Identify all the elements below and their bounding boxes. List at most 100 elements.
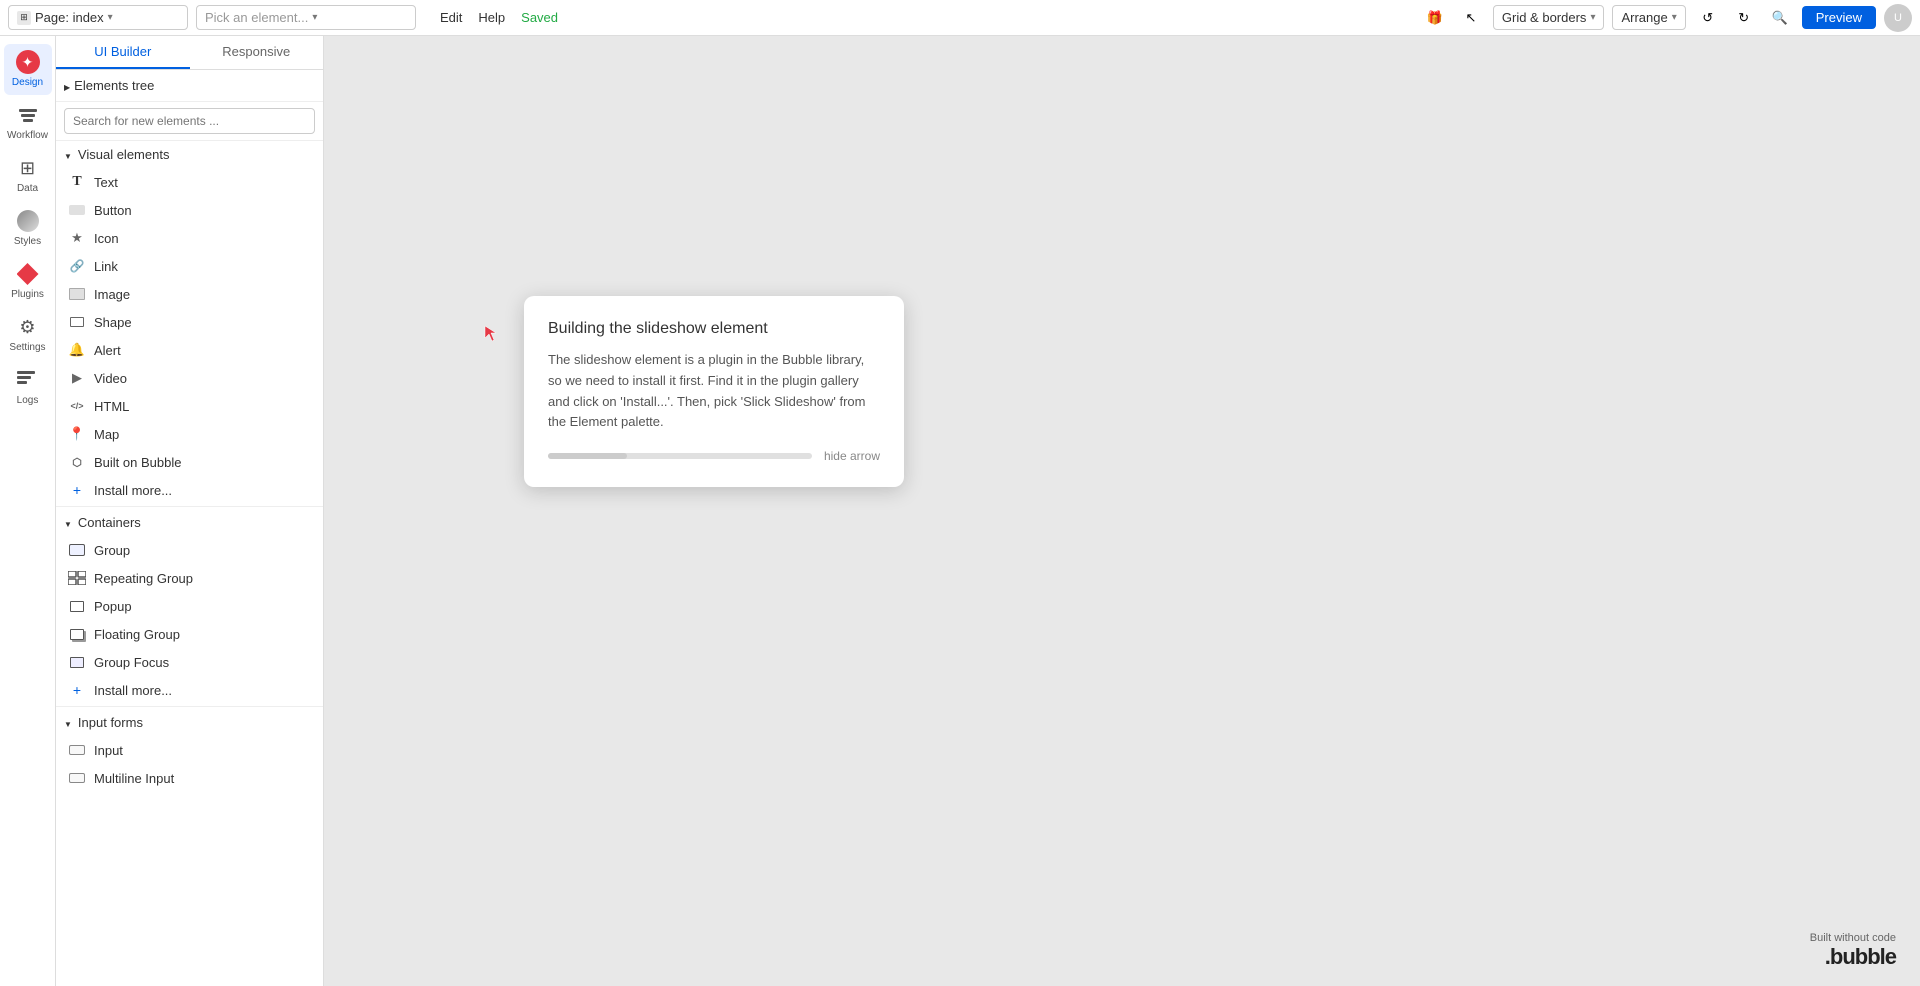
topbar-right: 🎁 ↖ Grid & borders ▾ Arrange ▾ ↺ ↻ 🔍 Pre… <box>1421 4 1912 32</box>
cursor-indicator <box>482 323 502 343</box>
video-label: Video <box>94 371 127 386</box>
tab-ui-builder[interactable]: UI Builder <box>56 36 190 69</box>
element-video[interactable]: ▶ Video <box>56 364 323 392</box>
elements-tree-section: Elements tree <box>56 70 323 102</box>
hide-arrow-button[interactable]: hide arrow <box>824 449 880 463</box>
undo-icon[interactable]: ↺ <box>1694 4 1722 32</box>
containers-label: Containers <box>78 515 141 530</box>
sidebar-item-data[interactable]: ⊞ Data <box>4 150 52 201</box>
progress-bar-inner <box>548 453 627 459</box>
page-selector[interactable]: ⊞ Page: index ▾ <box>8 5 188 30</box>
floating-group-icon <box>68 625 86 643</box>
element-image[interactable]: Image <box>56 280 323 308</box>
cursor-icon[interactable]: ↖ <box>1457 4 1485 32</box>
sidebar-item-design[interactable]: Design <box>4 44 52 95</box>
popup-label: Popup <box>94 599 132 614</box>
grid-borders-button[interactable]: Grid & borders ▾ <box>1493 5 1605 30</box>
element-built-on-bubble[interactable]: ⬡ Built on Bubble <box>56 448 323 476</box>
element-html[interactable]: </> HTML <box>56 392 323 420</box>
element-icon[interactable]: ★ Icon <box>56 224 323 252</box>
help-action[interactable]: Help <box>478 10 505 25</box>
element-shape[interactable]: Shape <box>56 308 323 336</box>
sidebar-label-design: Design <box>12 77 43 89</box>
element-picker[interactable]: Pick an element... ▾ <box>196 5 416 30</box>
built-without-code-text: Built without code <box>1810 932 1896 944</box>
multiline-input-label: Multiline Input <box>94 771 174 786</box>
sidebar-item-plugins[interactable]: Plugins <box>4 256 52 307</box>
bubble-logo: .bubble <box>1810 944 1896 970</box>
install-more-containers[interactable]: + Install more... <box>56 676 323 704</box>
install-more-visual[interactable]: + Install more... <box>56 476 323 504</box>
sidebar-label-plugins: Plugins <box>11 289 44 301</box>
user-avatar[interactable]: U <box>1884 4 1912 32</box>
plus-visual-icon: + <box>68 481 86 499</box>
element-popup[interactable]: Popup <box>56 592 323 620</box>
bubble-watermark: Built without code .bubble <box>1810 932 1896 970</box>
search-input[interactable] <box>64 108 315 134</box>
containers-header[interactable]: Containers <box>56 509 323 536</box>
sidebar-item-settings[interactable]: ⚙ Settings <box>4 309 52 360</box>
element-group-focus[interactable]: Group Focus <box>56 648 323 676</box>
styles-icon <box>16 209 40 233</box>
floating-group-label: Floating Group <box>94 627 180 642</box>
element-floating-group[interactable]: Floating Group <box>56 620 323 648</box>
multiline-input-icon <box>68 769 86 787</box>
element-multiline-input[interactable]: Multiline Input <box>56 764 323 792</box>
plus-containers-icon: + <box>68 681 86 699</box>
popup-icon <box>68 597 86 615</box>
repeating-group-label: Repeating Group <box>94 571 193 586</box>
element-text[interactable]: T Text <box>56 168 323 196</box>
element-group[interactable]: Group <box>56 536 323 564</box>
sidebar-item-workflow[interactable]: Workflow <box>4 97 52 148</box>
sidebar-item-styles[interactable]: Styles <box>4 203 52 254</box>
gift-icon[interactable]: 🎁 <box>1421 4 1449 32</box>
sidebar-label-workflow: Workflow <box>7 130 48 142</box>
main-layout: Design Workflow ⊞ Data Styles Plugins <box>0 36 1920 986</box>
tooltip-progress: hide arrow <box>548 449 880 463</box>
shape-icon <box>68 313 86 331</box>
map-icon: 📍 <box>68 425 86 443</box>
page-icon: ⊞ <box>17 11 31 25</box>
sidebar-label-data: Data <box>17 183 38 195</box>
group-label: Group <box>94 543 130 558</box>
element-map[interactable]: 📍 Map <box>56 420 323 448</box>
sidebar-item-logs[interactable]: Logs <box>4 362 52 413</box>
image-label: Image <box>94 287 130 302</box>
logs-icon <box>16 368 40 392</box>
alert-label: Alert <box>94 343 121 358</box>
elements-tree-chevron <box>64 78 70 93</box>
element-input[interactable]: Input <box>56 736 323 764</box>
divider-2 <box>56 706 323 707</box>
input-icon <box>68 741 86 759</box>
containers-chevron <box>64 515 72 530</box>
video-icon: ▶ <box>68 369 86 387</box>
alert-icon: 🔔 <box>68 341 86 359</box>
panel-tabs: UI Builder Responsive <box>56 36 323 70</box>
plugins-icon <box>16 262 40 286</box>
element-link[interactable]: 🔗 Link <box>56 252 323 280</box>
visual-elements-chevron <box>64 147 72 162</box>
built-on-bubble-label: Built on Bubble <box>94 455 181 470</box>
arrange-button[interactable]: Arrange ▾ <box>1612 5 1685 30</box>
element-alert[interactable]: 🔔 Alert <box>56 336 323 364</box>
html-icon: </> <box>68 397 86 415</box>
visual-elements-header[interactable]: Visual elements <box>56 141 323 168</box>
tooltip-title: Building the slideshow element <box>548 320 880 338</box>
element-button[interactable]: Button <box>56 196 323 224</box>
settings-icon: ⚙ <box>16 315 40 339</box>
edit-action[interactable]: Edit <box>440 10 462 25</box>
input-forms-header[interactable]: Input forms <box>56 709 323 736</box>
page-dropdown-icon: ▾ <box>108 12 113 23</box>
search-icon[interactable]: 🔍 <box>1766 4 1794 32</box>
tab-responsive[interactable]: Responsive <box>190 36 324 69</box>
panel-body: Elements tree Visual elements T Text But… <box>56 70 323 986</box>
saved-status: Saved <box>521 10 558 25</box>
preview-button[interactable]: Preview <box>1802 6 1876 29</box>
group-icon <box>68 541 86 559</box>
elements-tree-header[interactable]: Elements tree <box>64 76 315 95</box>
text-label: Text <box>94 175 118 190</box>
input-label: Input <box>94 743 123 758</box>
redo-icon[interactable]: ↻ <box>1730 4 1758 32</box>
element-repeating-group[interactable]: Repeating Group <box>56 564 323 592</box>
elements-tree-label: Elements tree <box>74 78 154 93</box>
